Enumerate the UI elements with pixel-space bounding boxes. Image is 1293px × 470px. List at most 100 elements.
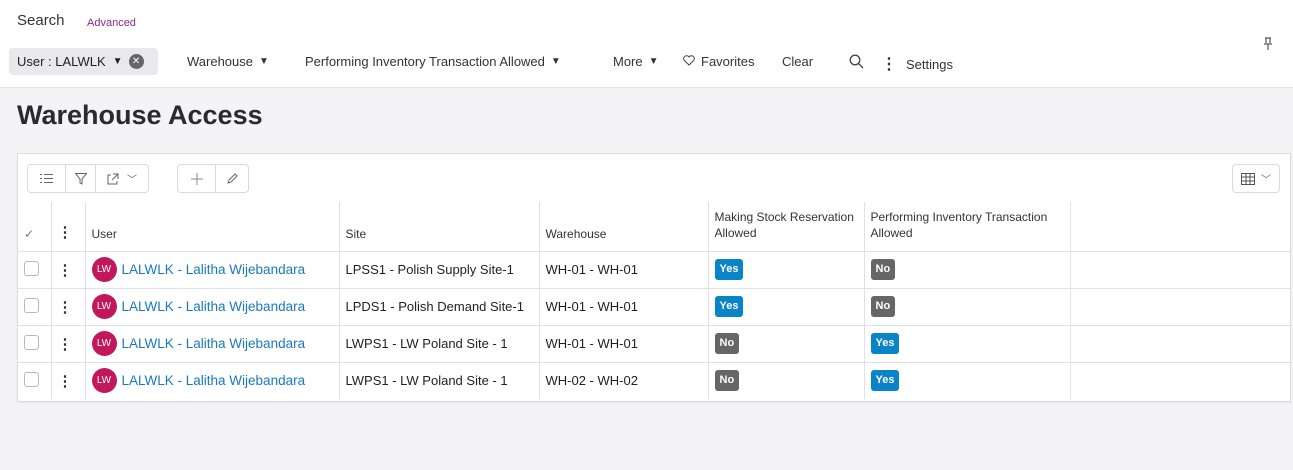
user-filter-chip[interactable]: User : LALWLK ▼ ✕ [9,48,158,75]
user-cell: LW LALWLK - Lalitha Wijebandara [85,288,340,326]
settings-button[interactable]: ⋮ Settings [881,54,953,74]
clear-label: Clear [782,54,814,69]
user-link[interactable]: LALWLK - Lalitha Wijebandara [122,373,306,388]
user-link[interactable]: LALWLK - Lalitha Wijebandara [122,299,306,314]
making-stock-cell: Yes [708,251,865,289]
clear-button[interactable]: Clear [782,54,813,69]
performing-cell: No [864,288,1071,326]
select-all-checkbox[interactable]: ✓ [18,202,52,252]
chevron-down-icon: ﹀ [127,175,137,186]
status-badge: Yes [714,296,744,317]
warehouse-access-table: ✓ ⋮ User Site Warehouse Making Stock Res… [18,202,1290,399]
toolbar-group-actions [177,164,249,193]
status-badge: No [714,333,740,354]
search-title: Search [17,12,65,29]
performing-cell: No [864,251,1071,289]
column-header-making-stock[interactable]: Making Stock Reservation Allowed [708,202,865,252]
performing-filter-label: Performing Inventory Transaction Allowed [305,54,545,69]
favorites-label: Favorites [701,54,755,69]
add-icon[interactable] [178,165,216,192]
chevron-down-icon[interactable]: ▼ [113,56,123,67]
filter-icon[interactable] [66,165,96,192]
status-badge: No [870,296,896,317]
column-header-warehouse[interactable]: Warehouse [539,202,709,252]
chevron-down-icon: ▼ [648,56,659,67]
more-filter[interactable]: More ▼ [613,54,659,69]
warehouse-access-card: ﹀ ﹀ ✓ ⋮ User Site Warehouse Making Stock [17,153,1291,402]
more-filter-label: More [613,54,643,69]
chevron-down-icon: ▼ [550,56,561,67]
user-link[interactable]: LALWLK - Lalitha Wijebandara [122,262,306,277]
status-badge: Yes [714,259,744,280]
row-spacer [1070,325,1290,363]
clear-filter-icon[interactable]: ✕ [128,54,144,69]
heart-icon [683,54,695,69]
user-cell: LW LALWLK - Lalitha Wijebandara [85,325,340,363]
chevron-down-icon: ﹀ [1261,175,1271,186]
table-view-toggle: ﹀ [1232,164,1280,193]
pin-icon[interactable] [1263,37,1273,54]
row-spacer [1070,251,1290,289]
favorites-button[interactable]: Favorites [683,54,754,69]
performing-cell: Yes [864,362,1071,399]
list-icon[interactable] [28,165,66,192]
row-checkbox[interactable] [18,288,52,326]
status-badge: No [870,259,896,280]
site-cell: LWPS1 - LW Poland Site - 1 [339,362,540,399]
site-cell: LPSS1 - Polish Supply Site-1 [339,251,540,289]
user-cell: LW LALWLK - Lalitha Wijebandara [85,362,340,399]
making-stock-cell: No [708,325,865,363]
table-row[interactable]: ⋮ LW LALWLK - Lalitha Wijebandara LWPS1 -… [18,362,1290,399]
avatar: LW [91,257,117,282]
status-badge: Yes [870,333,900,354]
avatar: LW [91,331,117,356]
more-vertical-icon[interactable]: ⋮ [51,325,86,363]
search-icon [849,54,864,72]
more-vertical-icon: ⋮ [881,56,897,73]
row-checkbox[interactable] [18,362,52,399]
row-checkbox[interactable] [18,251,52,289]
site-cell: LWPS1 - LW Poland Site - 1 [339,325,540,363]
page-title: Warehouse Access [17,100,263,130]
toolbar-group-left: ﹀ [27,164,149,193]
more-vertical-icon[interactable]: ⋮ [51,251,86,289]
table-row[interactable]: ⋮ LW LALWLK - Lalitha Wijebandara LPDS1 -… [18,288,1290,326]
edit-icon[interactable] [216,165,248,192]
user-link[interactable]: LALWLK - Lalitha Wijebandara [122,336,306,351]
search-button[interactable] [849,54,864,72]
performing-cell: Yes [864,325,1071,363]
warehouse-filter[interactable]: Warehouse ▼ [187,54,269,69]
status-badge: No [714,370,740,392]
table-view-icon[interactable]: ﹀ [1233,165,1279,192]
table-row[interactable]: ⋮ LW LALWLK - Lalitha Wijebandara LPSS1 -… [18,251,1290,289]
chevron-down-icon: ▼ [259,56,269,67]
performing-filter[interactable]: Performing Inventory Transaction Allowed… [305,54,561,69]
export-icon[interactable]: ﹀ [96,165,148,192]
making-stock-cell: Yes [708,288,865,326]
table-row[interactable]: ⋮ LW LALWLK - Lalitha Wijebandara LWPS1 -… [18,325,1290,363]
more-vertical-icon[interactable]: ⋮ [51,288,86,326]
search-panel: Search Advanced User : LALWLK ▼ ✕ Wareho… [0,0,1293,88]
avatar: LW [91,368,117,394]
user-cell: LW LALWLK - Lalitha Wijebandara [85,251,340,289]
row-spacer [1070,362,1290,399]
row-checkbox[interactable] [18,325,52,363]
more-vertical-icon[interactable]: ⋮ [51,202,86,252]
more-vertical-icon[interactable]: ⋮ [51,362,86,399]
warehouse-cell: WH-01 - WH-01 [539,325,709,363]
warehouse-filter-label: Warehouse [187,54,253,69]
column-header-site[interactable]: Site [339,202,540,252]
column-header-spacer [1070,202,1290,252]
avatar: LW [91,294,117,319]
advanced-search-link[interactable]: Advanced [87,17,136,29]
status-badge: Yes [870,370,900,392]
user-filter-label: User : LALWLK [17,54,106,69]
column-header-performing[interactable]: Performing Inventory Transaction Allowed [864,202,1071,252]
warehouse-cell: WH-01 - WH-01 [539,288,709,326]
column-header-user[interactable]: User [85,202,340,252]
making-stock-cell: No [708,362,865,399]
warehouse-cell: WH-02 - WH-02 [539,362,709,399]
warehouse-cell: WH-01 - WH-01 [539,251,709,289]
site-cell: LPDS1 - Polish Demand Site-1 [339,288,540,326]
settings-label: Settings [906,56,953,72]
